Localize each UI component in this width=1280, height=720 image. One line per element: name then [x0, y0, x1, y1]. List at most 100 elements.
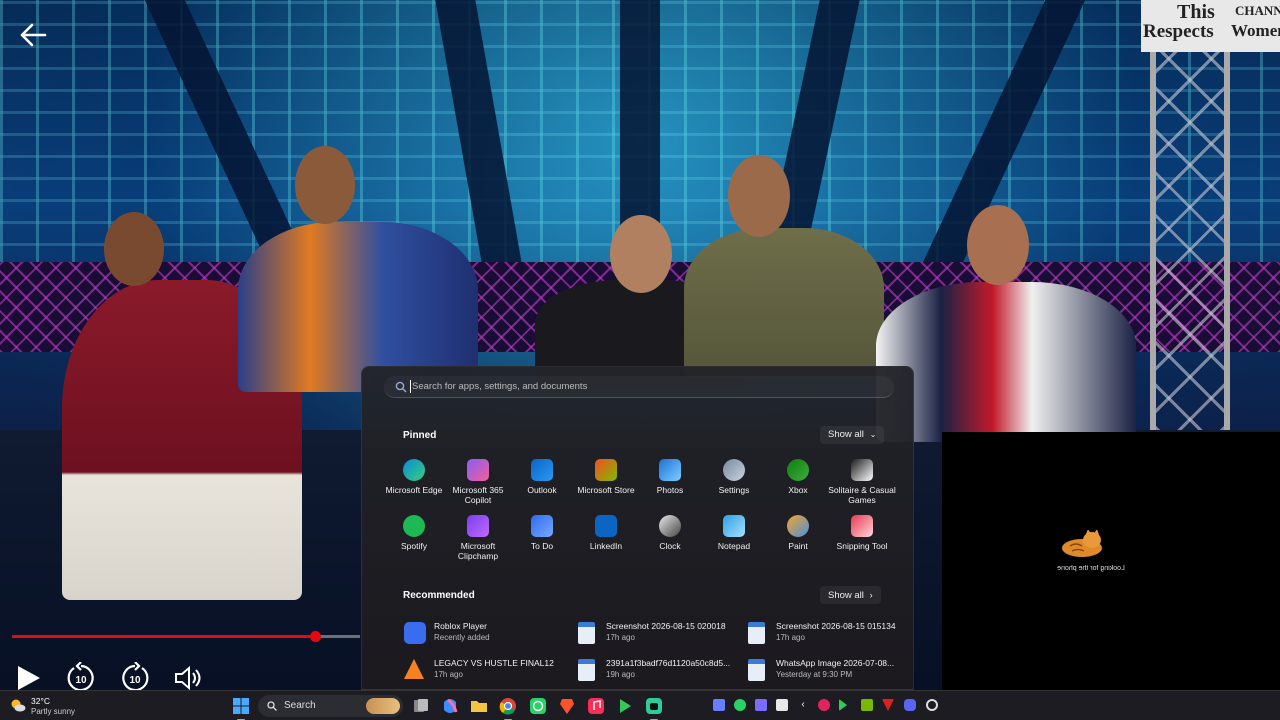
taskbar-search-box[interactable]: Search	[258, 695, 403, 717]
recommended-item-name: Roblox Player	[434, 621, 487, 631]
start-button[interactable]	[231, 696, 251, 716]
store-icon	[595, 459, 617, 481]
pinned-app-edge[interactable]: Microsoft Edge	[382, 459, 446, 509]
recommended-item-name: 2391a1f3badf76d1120a50c8d5...	[606, 658, 731, 668]
tray-app-icon[interactable]	[776, 699, 788, 711]
pinned-show-all-button[interactable]: Show all ⌄	[820, 426, 885, 444]
tray-app-icon[interactable]	[882, 699, 894, 711]
person-5-head	[967, 205, 1029, 285]
paint-icon	[787, 515, 809, 537]
pinned-app-m365-copilot[interactable]: Microsoft 365 Copilot	[446, 459, 510, 509]
recommended-item[interactable]: Screenshot 2026-08-15 020018 17h ago	[576, 619, 736, 651]
start-search-input[interactable]: Search for apps, settings, and documents	[384, 376, 894, 398]
tray-discord-icon[interactable]	[904, 699, 916, 711]
taskbar-android-app[interactable]	[644, 696, 664, 716]
person-1-head	[104, 212, 164, 286]
search-icon	[395, 381, 407, 393]
recommended-item-name: Screenshot 2026-08-15 020018	[606, 621, 726, 631]
recommended-show-all-button[interactable]: Show all ›	[820, 586, 881, 604]
recommended-item[interactable]: Screenshot 2026-08-15 015134 17h ago	[746, 619, 906, 651]
image-file-icon	[578, 622, 595, 644]
chevron-down-icon: ⌄	[869, 430, 877, 439]
pinned-app-linkedin[interactable]: LinkedIn	[574, 515, 638, 565]
pinned-app-notepad[interactable]: Notepad	[702, 515, 766, 565]
svg-text:10: 10	[75, 675, 87, 686]
taskbar: 32°C Partly sunny Search ‹	[0, 690, 1280, 720]
recommended-title: Recommended	[403, 590, 475, 601]
pinned-app-outlook[interactable]: Outlook	[510, 459, 574, 509]
person-2-head	[295, 146, 355, 224]
recommended-item-time: 17h ago	[434, 670, 463, 679]
pinned-app-settings[interactable]: Settings	[702, 459, 766, 509]
notepad-icon	[723, 515, 745, 537]
taskbar-brave[interactable]	[557, 696, 577, 716]
search-highlight-image	[366, 698, 400, 714]
taskbar-search-label: Search	[284, 700, 316, 711]
android-app-icon	[646, 698, 662, 714]
pinned-app-solitaire[interactable]: Solitaire & Casual Games	[828, 459, 896, 509]
pinned-app-todo[interactable]: To Do	[510, 515, 574, 565]
tray-app-icon[interactable]	[926, 699, 938, 711]
pinned-app-spotify[interactable]: Spotify	[382, 515, 446, 565]
tray-nvidia-icon[interactable]	[861, 699, 873, 711]
tray-app-icon[interactable]: ‹	[797, 699, 809, 711]
watermark-word-this: This	[1177, 1, 1215, 23]
recommended-show-all-label: Show all	[828, 590, 864, 601]
weather-temperature: 32°C	[31, 696, 50, 706]
taskbar-whatsapp[interactable]	[528, 696, 548, 716]
watermark-word-respects: Respects	[1143, 21, 1214, 42]
tray-app-icon[interactable]	[818, 699, 830, 711]
roblox-icon	[404, 622, 426, 644]
tray-play-icon[interactable]	[839, 699, 847, 711]
cat-sticker-icon	[1062, 530, 1102, 557]
tray-whatsapp-icon[interactable]	[734, 699, 746, 711]
video-progress-fill	[12, 635, 315, 638]
taskbar-file-explorer[interactable]	[469, 696, 489, 716]
weather-widget[interactable]: 32°C Partly sunny	[8, 694, 98, 718]
tray-app-icon[interactable]	[755, 699, 767, 711]
pinned-app-clipchamp[interactable]: Microsoft Clipchamp	[446, 515, 510, 565]
recommended-item[interactable]: Roblox Player Recently added	[404, 619, 564, 651]
channel-watermark: This CHANNEL Respects Women	[1141, 0, 1280, 52]
xbox-icon	[787, 459, 809, 481]
video-progress-bar[interactable]	[12, 631, 360, 642]
recommended-item-name: LEGACY VS HUSTLE FINAL12	[434, 658, 554, 668]
image-file-icon	[748, 659, 765, 681]
weather-condition: Partly sunny	[31, 707, 76, 716]
brave-icon	[560, 699, 574, 714]
watermark-word-channel: CHANNEL	[1235, 3, 1280, 18]
recommended-item-name: Screenshot 2026-08-15 015134	[776, 621, 896, 631]
recommended-item[interactable]: WhatsApp Image 2026-07-08... Yesterday at…	[746, 656, 906, 688]
pinned-app-snipping-tool[interactable]: Snipping Tool	[830, 515, 894, 565]
tray-app-icon[interactable]	[713, 699, 725, 711]
taskbar-copilot[interactable]	[440, 696, 460, 716]
pinned-app-paint[interactable]: Paint	[766, 515, 830, 565]
recommended-item[interactable]: LEGACY VS HUSTLE FINAL12 17h ago	[404, 656, 564, 688]
edge-icon	[403, 459, 425, 481]
taskbar-game-app[interactable]	[615, 696, 635, 716]
back-button[interactable]	[18, 22, 48, 48]
pinned-app-photos[interactable]: Photos	[638, 459, 702, 509]
pinned-app-clock[interactable]: Clock	[638, 515, 702, 565]
taskbar-task-view[interactable]	[411, 696, 431, 716]
video-progress-thumb[interactable]	[309, 631, 321, 642]
svg-text:10: 10	[129, 675, 141, 686]
recommended-item-time: Yesterday at 9:30 PM	[776, 670, 853, 679]
recommended-item-time: 19h ago	[606, 670, 635, 679]
whatsapp-icon	[530, 698, 546, 714]
pinned-app-xbox[interactable]: Xbox	[766, 459, 830, 509]
copilot-icon	[444, 698, 458, 713]
person-4	[684, 228, 884, 378]
chevron-right-icon: ›	[869, 590, 873, 600]
pinned-show-all-label: Show all	[828, 429, 864, 440]
taskbar-chrome[interactable]	[498, 696, 518, 716]
recommended-item[interactable]: 2391a1f3badf76d1120a50c8d5... 19h ago	[576, 656, 736, 688]
m365-copilot-icon	[467, 459, 489, 481]
linkedin-icon	[595, 515, 617, 537]
text-caret	[410, 380, 411, 393]
settings-icon	[723, 459, 745, 481]
taskbar-music[interactable]	[586, 696, 606, 716]
photos-icon	[659, 459, 681, 481]
pinned-app-store[interactable]: Microsoft Store	[574, 459, 638, 509]
pinned-app-label: Solitaire & Casual Games	[828, 485, 896, 505]
